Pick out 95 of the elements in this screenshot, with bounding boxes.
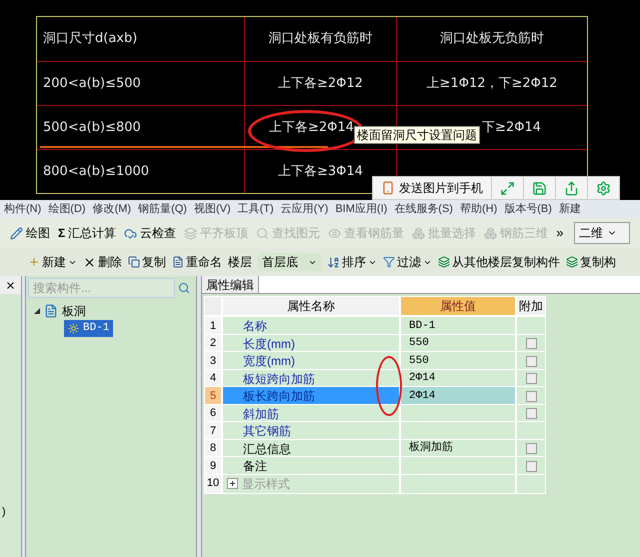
header-corner: [204, 296, 222, 316]
circle-mark: [376, 356, 402, 416]
sort-icon: [327, 256, 340, 268]
plus-icon: [28, 256, 40, 268]
boxes-icon: [412, 226, 426, 240]
cad-text: 800<a(b)≤1000: [43, 162, 150, 181]
column-header: 属性名称: [222, 296, 400, 316]
expander-icon[interactable]: [34, 308, 40, 314]
cad-text: 上下各≥2Φ12: [278, 74, 363, 93]
menu-item[interactable]: BIM应用(I): [335, 200, 388, 218]
search-field[interactable]: 搜索构件...: [28, 278, 175, 298]
filter-icon: [383, 256, 395, 268]
layers-icon: [566, 256, 578, 268]
cad-text: 上≥1Φ12，下≥2Φ12: [426, 74, 558, 93]
view-select[interactable]: 二维: [574, 222, 630, 244]
menu-item[interactable]: 构件(N): [4, 200, 42, 218]
boxes-icon: [484, 226, 498, 240]
row-number: 3: [204, 351, 222, 371]
fullscreen-icon: [500, 180, 515, 196]
layers-icon: [184, 226, 198, 240]
cad-text: 200<a(b)≤500: [43, 74, 141, 93]
menu-item[interactable]: 工具(T): [238, 200, 274, 218]
menu-item[interactable]: 新建: [558, 200, 581, 218]
cad-text: 500<a(b)≤800: [43, 118, 141, 137]
property-name-cell: 备注: [222, 456, 400, 476]
menu-item[interactable]: 帮助(H): [460, 200, 498, 218]
menu-item[interactable]: 云应用(Y): [280, 200, 328, 218]
copy-part-button[interactable]: 复制构: [566, 253, 616, 271]
cad-text: 洞口尺寸d(axb): [43, 30, 138, 48]
property-name-cell: 其它钢筋: [222, 421, 400, 441]
search-icon: [256, 226, 270, 240]
document-icon: [172, 256, 184, 268]
cad-text: 下≥2Φ14: [482, 118, 541, 137]
cad-text: 上下各≥2Φ14: [269, 118, 354, 137]
column-header: 属性值: [400, 296, 516, 316]
row-number: 10: [204, 474, 222, 494]
menu-item[interactable]: 绘图(D): [48, 200, 86, 218]
cad-text: 洞口处板无负筋时: [440, 30, 544, 48]
row-number: 7: [204, 421, 222, 441]
checkbox[interactable]: [526, 408, 536, 419]
toolbar-button[interactable]: 云检查: [124, 224, 176, 242]
checkbox[interactable]: [526, 443, 536, 454]
pencil-icon: [10, 226, 23, 240]
delete-button[interactable]: 删除: [83, 253, 122, 271]
more-chevrons[interactable]: »: [556, 223, 564, 243]
cad-text: 洞口处板有负筋时: [268, 30, 372, 48]
save-icon: [532, 180, 547, 196]
menu-item[interactable]: 在线服务(S): [394, 200, 453, 218]
panel-text: ): [2, 505, 7, 520]
cad-text: 上下各≥3Φ14: [278, 162, 363, 181]
layers-icon: [438, 256, 450, 268]
document-icon: [44, 304, 58, 318]
settings-icon: [596, 180, 611, 196]
checkbox[interactable]: [526, 390, 536, 402]
copy-icon: [128, 256, 140, 268]
copy-button[interactable]: 复制: [128, 253, 166, 271]
menu-item[interactable]: 视图(V): [194, 200, 231, 218]
menu-item[interactable]: 钢筋量(Q): [138, 200, 187, 218]
cloud-check-icon: [124, 226, 138, 240]
checkbox[interactable]: [526, 373, 536, 384]
toolbar-button[interactable]: Σ 汇总计算: [58, 224, 116, 242]
property-value-cell: 550: [400, 351, 516, 371]
row-number: 9: [204, 456, 222, 476]
eye-icon: [328, 226, 342, 240]
share-icon: [564, 180, 579, 196]
new-button[interactable]: 新建: [28, 253, 77, 271]
column-header: 附加: [516, 296, 546, 316]
row-number: 5: [204, 386, 222, 406]
tab[interactable]: 属性编辑: [202, 276, 259, 293]
checkbox[interactable]: [526, 356, 536, 366]
floor-select[interactable]: 首层底: [258, 253, 321, 271]
menu-item[interactable]: 版本号(B): [504, 200, 552, 218]
rename-button[interactable]: 重命名: [172, 253, 222, 271]
tooltip: 楼面留洞尺寸设置问题: [354, 126, 480, 144]
sort-button[interactable]: 排序: [327, 253, 377, 271]
tree-item[interactable]: 板洞: [34, 302, 86, 320]
tree-item[interactable]: BD-1: [64, 320, 114, 336]
expand-icon[interactable]: [227, 478, 238, 489]
sun-icon: [68, 322, 79, 334]
property-name-cell: 显示样式: [222, 474, 400, 494]
filter-button[interactable]: 过滤: [383, 253, 432, 271]
toolbar-button[interactable]: 绘图: [10, 224, 50, 242]
property-name-cell: 名称: [222, 316, 400, 336]
close-icon[interactable]: [5, 280, 16, 290]
table-row[interactable]: 10 显示样式: [204, 474, 548, 491]
checkbox[interactable]: [526, 338, 536, 349]
x-icon: [83, 256, 96, 268]
search-icon[interactable]: [178, 282, 190, 294]
menu-item[interactable]: 修改(M): [92, 200, 132, 218]
row-number: 1: [204, 316, 222, 336]
floor-label: 楼层: [228, 254, 252, 271]
property-value-cell: BD-1: [400, 316, 516, 336]
checkbox[interactable]: [526, 460, 536, 472]
copy-from-floor-button[interactable]: 从其他楼层复制构件: [438, 253, 560, 271]
phone-icon: [381, 181, 395, 195]
